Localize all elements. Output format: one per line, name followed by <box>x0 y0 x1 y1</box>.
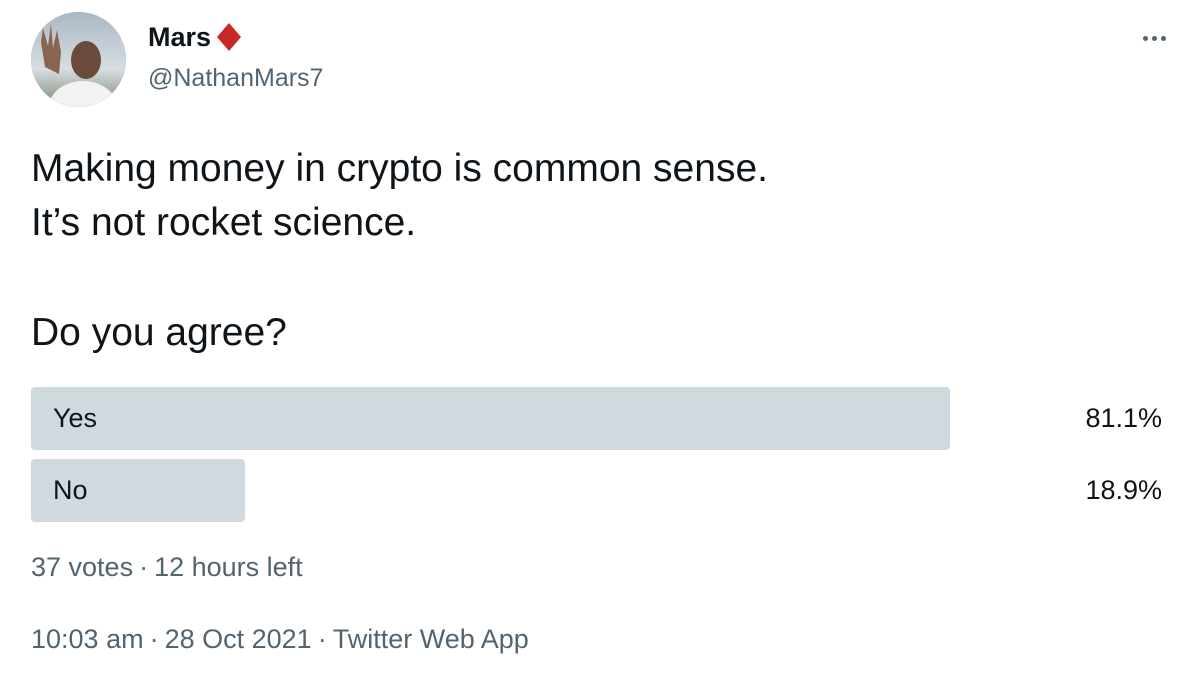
poll-meta: 37 votes · 12 hours left <box>31 548 303 586</box>
poll-option-label: No <box>53 475 88 505</box>
time-left: 12 hours left <box>154 552 303 582</box>
more-options-icon <box>1142 35 1148 41</box>
poll-option-no: No 18.9% <box>31 459 1164 522</box>
diamond-icon <box>215 22 243 52</box>
poll: Yes 81.1% No 18.9% <box>31 387 1164 531</box>
tweet-text-line: Making money in crypto is common sense. <box>31 147 768 190</box>
author-name-row: Mars <box>148 20 243 54</box>
separator: · <box>149 624 159 654</box>
timestamp-row: 10:03 am · 28 Oct 2021 · Twitter Web App <box>31 620 529 658</box>
tweet-text: Making money in crypto is common sense. … <box>31 142 1151 360</box>
poll-option-percent: 18.9% <box>1085 475 1162 505</box>
tweet-text-line: It’s not rocket science. <box>31 201 417 244</box>
more-options-icon <box>1151 35 1157 41</box>
tweet-time[interactable]: 10:03 am <box>31 624 144 654</box>
poll-option-label: Yes <box>53 403 98 433</box>
tweet-text-line: Do you agree? <box>31 311 287 354</box>
separator: · <box>317 624 327 654</box>
more-options-button[interactable] <box>1134 24 1174 52</box>
avatar-photo <box>31 12 126 107</box>
poll-bar <box>31 387 950 450</box>
vote-count: 37 votes <box>31 552 134 582</box>
poll-option-yes: Yes 81.1% <box>31 387 1164 450</box>
display-name[interactable]: Mars <box>148 20 211 54</box>
tweet-card: Mars @NathanMars7 Making money in crypto… <box>0 0 1204 677</box>
separator: · <box>139 552 149 582</box>
user-handle[interactable]: @NathanMars7 <box>148 62 323 94</box>
avatar[interactable] <box>31 12 126 107</box>
poll-option-percent: 81.1% <box>1085 403 1162 433</box>
tweet-source[interactable]: Twitter Web App <box>333 624 529 654</box>
more-options-icon <box>1160 35 1166 41</box>
tweet-date[interactable]: 28 Oct 2021 <box>165 624 312 654</box>
